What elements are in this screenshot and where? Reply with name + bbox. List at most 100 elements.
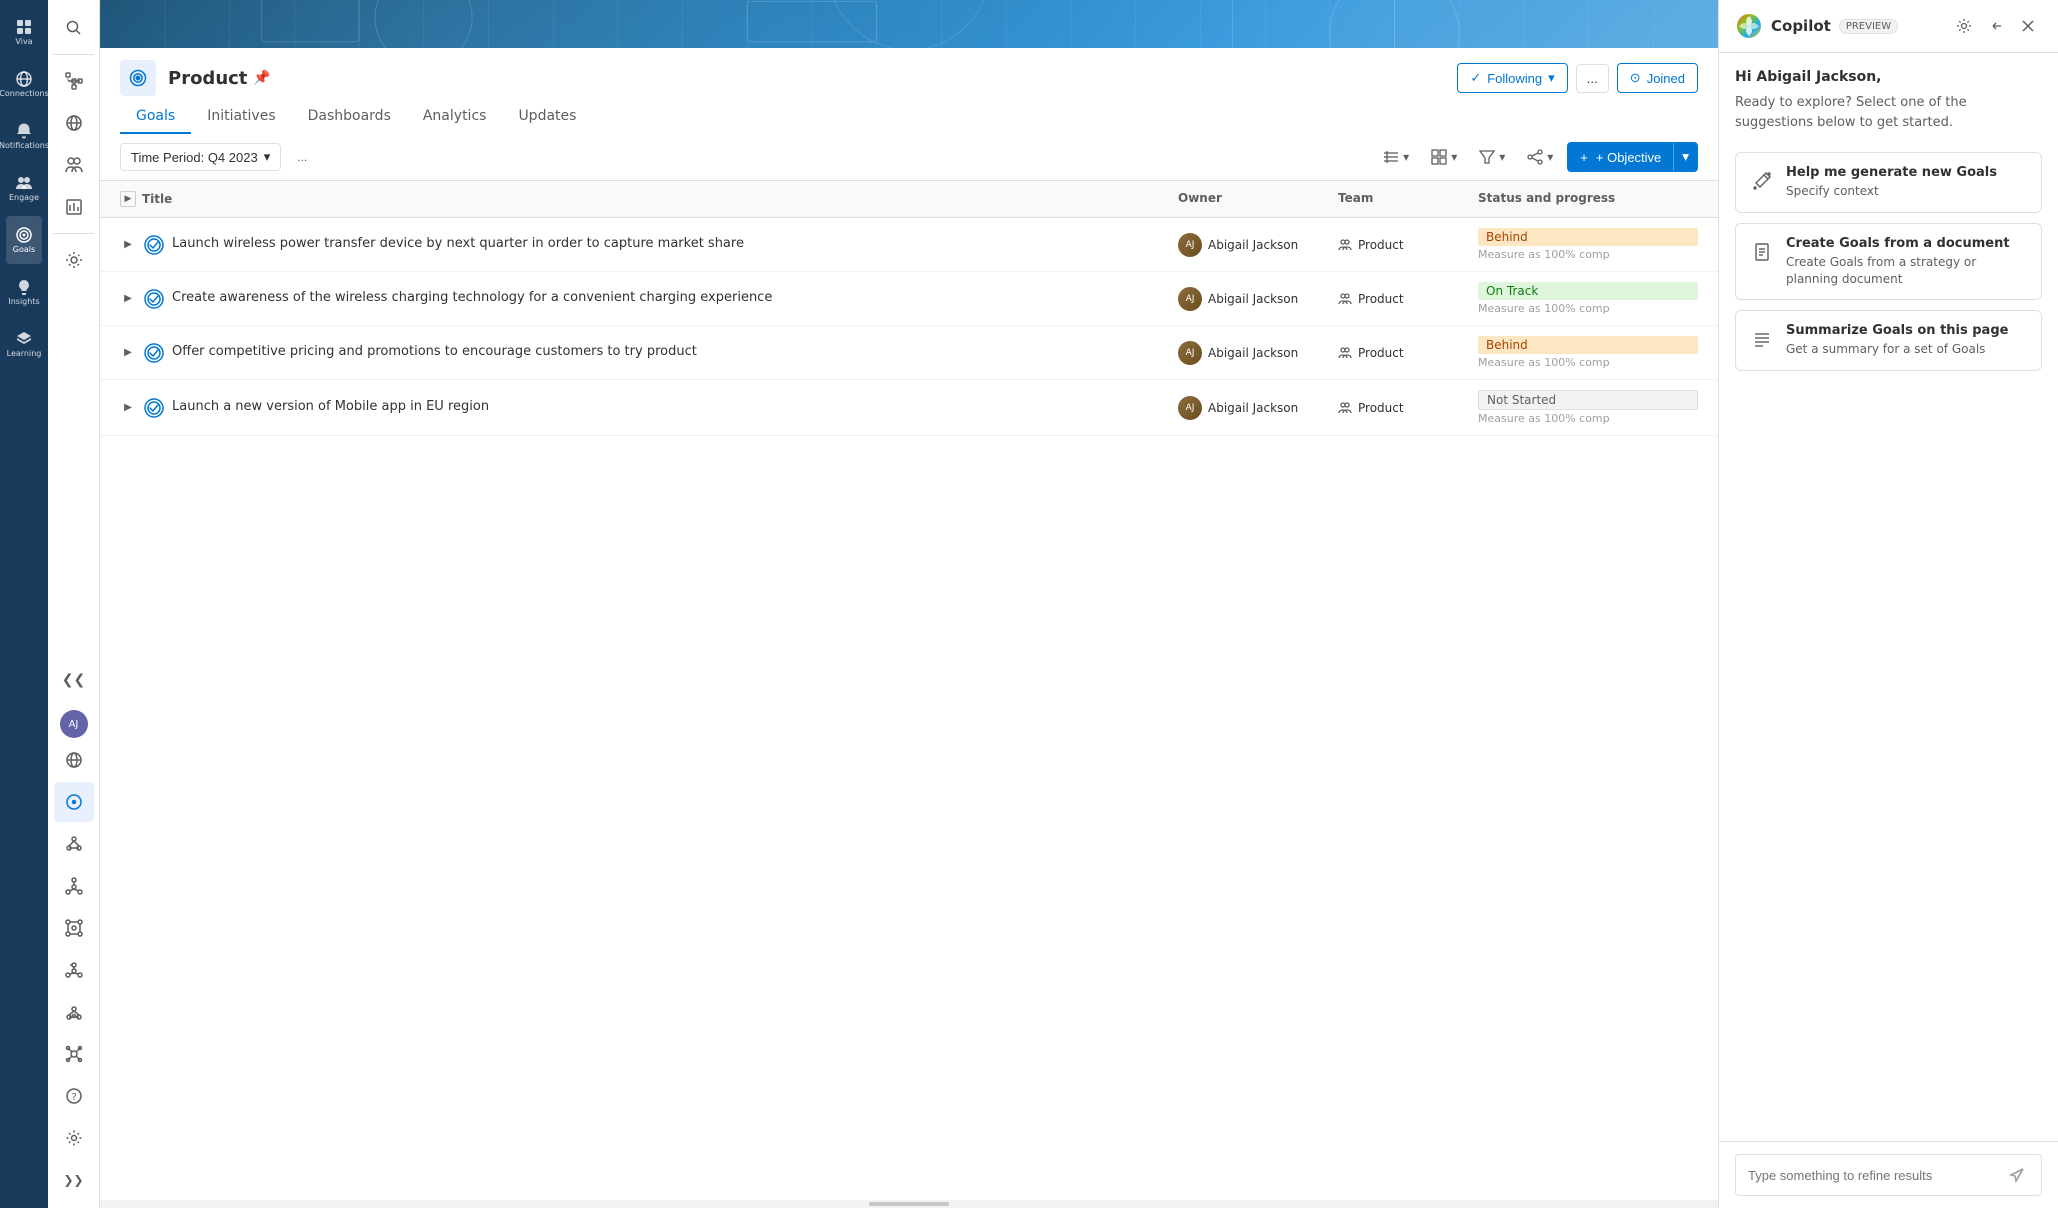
tab-initiatives[interactable]: Initiatives: [191, 100, 291, 134]
copilot-send-button[interactable]: [2005, 1163, 2029, 1187]
view-list-button[interactable]: ▾: [1375, 144, 1417, 170]
objective-dropdown-button[interactable]: ▾: [1673, 143, 1697, 171]
row-expand-1[interactable]: ▶: [120, 237, 136, 253]
sidebar-members[interactable]: [54, 145, 94, 185]
time-period-button[interactable]: Time Period: Q4 2023 ▾: [120, 143, 281, 171]
sidebar-goals-active[interactable]: [54, 782, 94, 822]
page-header-top: Product 📌 ✓ Following ▾ ... ⊙ Joined: [120, 60, 1698, 96]
team-cell-1: Product: [1338, 238, 1478, 252]
copilot-header: Copilot PREVIEW: [1719, 0, 2058, 53]
team-name-4: Product: [1358, 401, 1404, 415]
horizontal-scrollbar[interactable]: [100, 1200, 1718, 1208]
filter-button[interactable]: ▾: [1471, 144, 1513, 170]
sidebar-network1[interactable]: [54, 824, 94, 864]
banner-decoration: [100, 0, 1718, 48]
tab-analytics[interactable]: Analytics: [407, 100, 503, 134]
nav-item-connections[interactable]: Connections: [6, 60, 42, 108]
copilot-close-button[interactable]: [2014, 12, 2042, 40]
goal-icon-3: [144, 343, 164, 363]
sidebar-network2[interactable]: [54, 866, 94, 906]
table-row[interactable]: ▶ Create awareness of the wireless charg…: [100, 272, 1718, 326]
sidebar-settings2[interactable]: [54, 1118, 94, 1158]
page-header: Product 📌 ✓ Following ▾ ... ⊙ Joined: [100, 48, 1718, 134]
team-cell-4: Product: [1338, 401, 1478, 415]
sidebar-divider-1: [53, 54, 94, 55]
expand-all-button[interactable]: ▶: [120, 191, 136, 207]
send-icon: [2009, 1167, 2025, 1183]
nav-item-viva[interactable]: Viva: [6, 8, 42, 56]
sidebar-reports[interactable]: [54, 187, 94, 227]
row-expand-4[interactable]: ▶: [120, 400, 136, 416]
sidebar-help[interactable]: ?: [54, 1076, 94, 1116]
suggestion-generate[interactable]: Help me generate new Goals Specify conte…: [1735, 152, 2042, 213]
goal-icon-2: [144, 289, 164, 309]
copilot-name: Copilot: [1771, 17, 1831, 35]
nav-item-viva-label: Viva: [15, 38, 32, 47]
share-button[interactable]: ▾: [1519, 144, 1561, 170]
table-row[interactable]: ▶ Offer competitive pricing and promotio…: [100, 326, 1718, 380]
nav-item-insights[interactable]: Insights: [6, 268, 42, 316]
suggestion-title-summarize: Summarize Goals on this page: [1786, 323, 2029, 338]
header-actions: ✓ Following ▾ ... ⊙ Joined: [1457, 63, 1698, 93]
copilot-text-input[interactable]: [1748, 1168, 1997, 1183]
more-options-button[interactable]: ...: [1576, 64, 1609, 93]
sidebar-collapse[interactable]: ❮❮: [54, 660, 94, 700]
row-expand-3[interactable]: ▶: [120, 345, 136, 361]
left-sidebar: ❮❮ AJ ? ❯❯: [48, 0, 100, 1208]
nav-item-goals[interactable]: Goals: [6, 216, 42, 264]
suggestion-summarize[interactable]: Summarize Goals on this page Get a summa…: [1735, 310, 2042, 371]
nav-item-insights-label: Insights: [8, 298, 39, 307]
scroll-thumb[interactable]: [869, 1202, 949, 1206]
tab-goals[interactable]: Goals: [120, 100, 191, 134]
sidebar-settings[interactable]: [54, 240, 94, 280]
tab-dashboards[interactable]: Dashboards: [292, 100, 407, 134]
close-icon: [2020, 18, 2036, 34]
tab-updates[interactable]: Updates: [502, 100, 592, 134]
sidebar-hierarchy[interactable]: [54, 61, 94, 101]
share-icon: [1527, 149, 1543, 165]
add-objective-button[interactable]: + + Objective: [1568, 144, 1673, 171]
user-avatar[interactable]: AJ: [60, 710, 88, 738]
table-row[interactable]: ▶ Launch wireless power transfer device …: [100, 218, 1718, 272]
svg-text:?: ?: [71, 1092, 76, 1103]
copilot-settings-button[interactable]: [1950, 12, 1978, 40]
sidebar-network4[interactable]: [54, 950, 94, 990]
goal-title-4: Launch a new version of Mobile app in EU…: [172, 398, 489, 416]
status-cell-2: On Track Measure as 100% comp: [1478, 282, 1698, 315]
page-icon: [120, 60, 156, 96]
nav-item-learning-label: Learning: [7, 350, 42, 359]
sidebar-network5[interactable]: [54, 992, 94, 1032]
joined-button[interactable]: ⊙ Joined: [1617, 63, 1698, 93]
goal-title-cell-3: ▶ Offer competitive pricing and promotio…: [120, 343, 1178, 363]
sidebar-network3[interactable]: [54, 908, 94, 948]
joined-check-icon: ⊙: [1630, 70, 1641, 86]
suggestion-content-doc: Create Goals from a document Create Goal…: [1786, 236, 2029, 288]
sidebar-globe[interactable]: [54, 103, 94, 143]
list-view-icon: [1383, 149, 1399, 165]
copilot-header-actions: [1950, 12, 2042, 40]
copilot-greeting: Hi Abigail Jackson,: [1735, 69, 2042, 85]
sidebar-expand[interactable]: ❯❯: [54, 1160, 94, 1200]
sidebar-network6[interactable]: [54, 1034, 94, 1074]
table-row[interactable]: ▶ Launch a new version of Mobile app in …: [100, 380, 1718, 436]
copilot-back-button[interactable]: [1982, 12, 2010, 40]
nav-item-learning[interactable]: Learning: [6, 320, 42, 368]
nav-item-notifications[interactable]: Notifications: [6, 112, 42, 160]
nav-item-engage[interactable]: Engage: [6, 164, 42, 212]
preview-badge: PREVIEW: [1839, 19, 1898, 34]
sidebar-search[interactable]: [54, 8, 94, 48]
following-button[interactable]: ✓ Following ▾: [1457, 63, 1567, 93]
sidebar-globe2[interactable]: [54, 740, 94, 780]
view-grid-button[interactable]: ▾: [1423, 144, 1465, 170]
column-header-owner: Owner: [1178, 187, 1338, 211]
copilot-logo: [1735, 12, 1763, 40]
suggestion-desc-summarize: Get a summary for a set of Goals: [1786, 341, 2029, 358]
nav-item-goals-label: Goals: [13, 246, 35, 255]
wand-icon: [1748, 167, 1776, 195]
owner-name-1: Abigail Jackson: [1208, 238, 1298, 252]
row-expand-2[interactable]: ▶: [120, 291, 136, 307]
suggestion-create-from-doc[interactable]: Create Goals from a document Create Goal…: [1735, 223, 2042, 301]
copilot-panel: Copilot PREVIEW Hi Abigail Jackson, Read…: [1718, 0, 2058, 1208]
suggestion-desc-doc: Create Goals from a strategy or planning…: [1786, 254, 2029, 288]
toolbar-more-button[interactable]: ...: [289, 145, 315, 169]
